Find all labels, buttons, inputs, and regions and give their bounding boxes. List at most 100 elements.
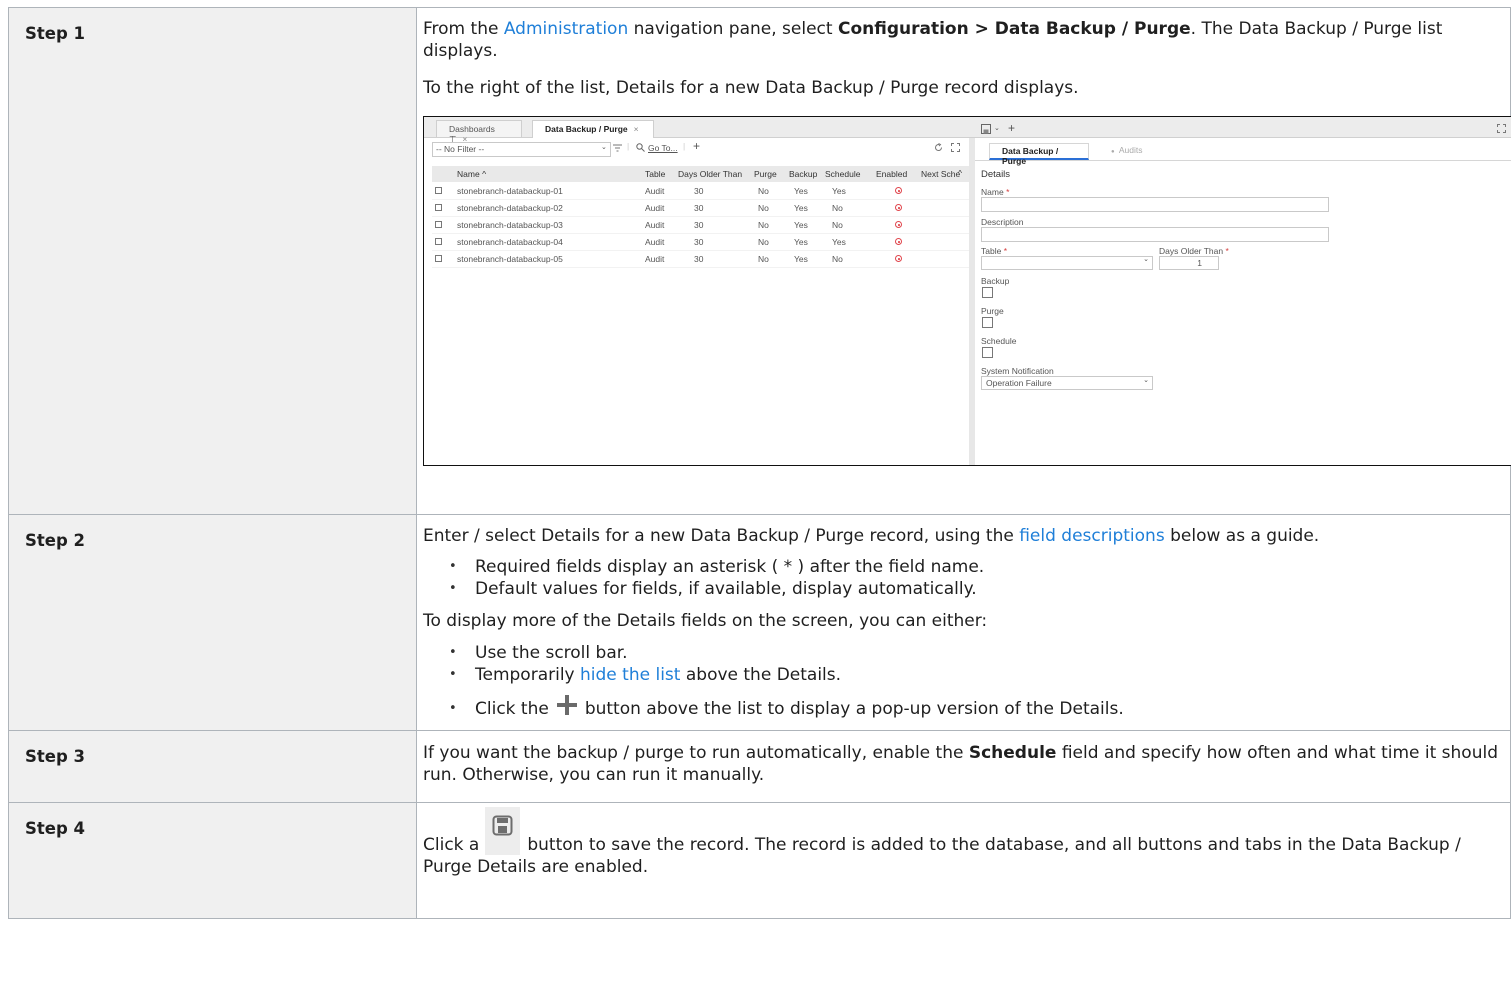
table-cell: No <box>758 186 769 196</box>
schedule-field-name: Schedule <box>968 743 1057 763</box>
expand-icon[interactable] <box>1497 124 1506 133</box>
table-select[interactable]: ⌄ <box>981 256 1153 270</box>
menu-path: Configuration > Data Backup / Purge <box>837 19 1191 39</box>
filter-select[interactable]: -- No Filter -- <box>432 142 611 157</box>
close-icon[interactable]: × <box>634 124 639 134</box>
chevron-down-icon[interactable]: ⌄ <box>1143 255 1149 263</box>
system-notification-select[interactable]: Operation Failure ⌄ <box>981 376 1153 390</box>
save-icon[interactable] <box>981 124 991 134</box>
tab-data-backup-purge[interactable]: Data Backup / Purge × <box>532 120 654 138</box>
list-item: Temporarily hide the list above the Deta… <box>449 664 1500 686</box>
record-icon <box>435 221 442 228</box>
add-button[interactable]: + <box>693 139 700 153</box>
step-label: Step 2 <box>8 514 417 731</box>
table-row[interactable]: stonebranch-databackup-05 Audit 30 No Yes No <box>432 250 969 268</box>
refresh-icon[interactable] <box>934 143 943 152</box>
column-header[interactable]: Purge <box>754 169 777 179</box>
chevron-down-icon[interactable]: ⌄ <box>1143 375 1149 387</box>
table-cell: Audit <box>645 203 665 213</box>
details-tabs: Data Backup / Purge ● Audits <box>975 143 1511 166</box>
table-cell: 30 <box>694 186 704 196</box>
tab-bar: Dashboards ⊤ × Data Backup / Purge × <box>424 117 1511 144</box>
table-cell: Yes <box>794 186 808 196</box>
table-cell: Audit <box>645 254 665 264</box>
table-cell: No <box>832 203 843 213</box>
description-label: Description <box>981 217 1024 227</box>
step-2-instruction: Enter / select Details for a new Data Ba… <box>423 526 1320 546</box>
record-icon <box>435 187 442 194</box>
schedule-checkbox[interactable] <box>982 347 993 358</box>
backup-checkbox[interactable] <box>982 287 993 298</box>
filter-icon[interactable] <box>613 144 622 152</box>
step-3-instruction: If you want the backup / purge to run au… <box>423 743 1498 785</box>
column-header[interactable]: Days Older Than <box>678 169 742 179</box>
enabled-icon <box>895 221 902 228</box>
table-cell: 30 <box>694 220 704 230</box>
data-backup-purge-screenshot: Dashboards ⊤ × Data Backup / Purge × -- No… <box>423 116 1511 466</box>
step-1-content: From the Administration navigation pane,… <box>416 7 1511 515</box>
table-cell: No <box>758 203 769 213</box>
table-cell: Audit <box>645 237 665 247</box>
list-pane: -- No Filter -- ⌄ | Go To... | + Name ^ … <box>424 138 975 465</box>
description-field[interactable] <box>981 227 1329 242</box>
display-options-list: Use the scroll bar. Temporarily hide the… <box>423 642 1500 730</box>
column-header[interactable]: Enabled <box>876 169 907 179</box>
table-cell: stonebranch-databackup-05 <box>457 254 563 264</box>
enabled-icon <box>895 238 902 245</box>
record-icon <box>435 204 442 211</box>
enabled-icon <box>895 255 902 262</box>
column-header[interactable]: Name ^ <box>457 169 486 179</box>
tab-data-backup-purge-details[interactable]: Data Backup / Purge <box>989 143 1089 166</box>
hide-the-list-link[interactable]: hide the list <box>580 665 680 685</box>
details-title: Details <box>981 169 1011 180</box>
plus-icon <box>556 695 577 715</box>
table-cell: No <box>832 254 843 264</box>
tab-dashboards[interactable]: Dashboards ⊤ × <box>436 120 522 144</box>
step-label: Step 3 <box>8 730 417 803</box>
list-item: Default values for fields, if available,… <box>449 578 1500 600</box>
record-icon <box>435 238 442 245</box>
name-label: Name * <box>981 187 1010 197</box>
table-row[interactable]: stonebranch-databackup-04 Audit 30 No Yes Yes <box>432 233 969 251</box>
add-button[interactable]: + <box>1008 121 1015 135</box>
table-cell: Yes <box>794 203 808 213</box>
tab-audits[interactable]: ● Audits <box>1099 143 1171 160</box>
column-header[interactable]: Backup <box>789 169 817 179</box>
field-descriptions-link[interactable]: field descriptions <box>1019 526 1164 546</box>
column-header[interactable]: Table <box>645 169 665 179</box>
purge-checkbox[interactable] <box>982 317 993 328</box>
search-icon[interactable] <box>636 143 645 152</box>
divider: | <box>683 141 686 151</box>
list-item: Use the scroll bar. <box>449 642 1500 664</box>
column-header[interactable]: Next Sche <box>921 169 960 179</box>
display-more-text: To display more of the Details fields on… <box>423 611 988 631</box>
step-1-instruction: From the Administration navigation pane,… <box>423 19 1443 61</box>
days-older-than-field[interactable]: 1 <box>1159 256 1219 270</box>
table-cell: 30 <box>694 203 704 213</box>
table-cell: No <box>758 220 769 230</box>
table-cell: stonebranch-databackup-02 <box>457 203 563 213</box>
table-cell: No <box>758 237 769 247</box>
table-row[interactable]: stonebranch-databackup-02 Audit 30 No Yes No <box>432 199 969 217</box>
table-cell: No <box>758 254 769 264</box>
table-row[interactable]: stonebranch-databackup-03 Audit 30 No Yes No <box>432 216 969 234</box>
table-cell: Yes <box>794 254 808 264</box>
chevron-down-icon[interactable]: ⌄ <box>601 143 607 151</box>
administration-link[interactable]: Administration <box>504 19 628 39</box>
table-cell: Audit <box>645 186 665 196</box>
enabled-icon <box>895 204 902 211</box>
table-cell: stonebranch-databackup-03 <box>457 220 563 230</box>
table-cell: stonebranch-databackup-04 <box>457 237 563 247</box>
expand-icon[interactable] <box>951 143 960 152</box>
go-to-button[interactable]: Go To... <box>648 143 678 153</box>
column-header[interactable]: Schedule <box>825 169 860 179</box>
name-field[interactable] <box>981 197 1329 212</box>
purge-label: Purge <box>981 306 1004 316</box>
table-header: Name ^ Table Days Older Than Purge Backu… <box>432 166 969 182</box>
chevron-down-icon[interactable]: ⌄ <box>994 124 1000 132</box>
table-row[interactable]: stonebranch-databackup-01 Audit 30 No Yes Yes <box>432 182 969 200</box>
days-older-than-label: Days Older Than * <box>1159 246 1229 256</box>
list-item: Click thebutton above the list to displa… <box>449 695 1500 730</box>
step-3-content: If you want the backup / purge to run au… <box>416 730 1511 803</box>
sort-icon[interactable]: ^ <box>958 168 962 178</box>
